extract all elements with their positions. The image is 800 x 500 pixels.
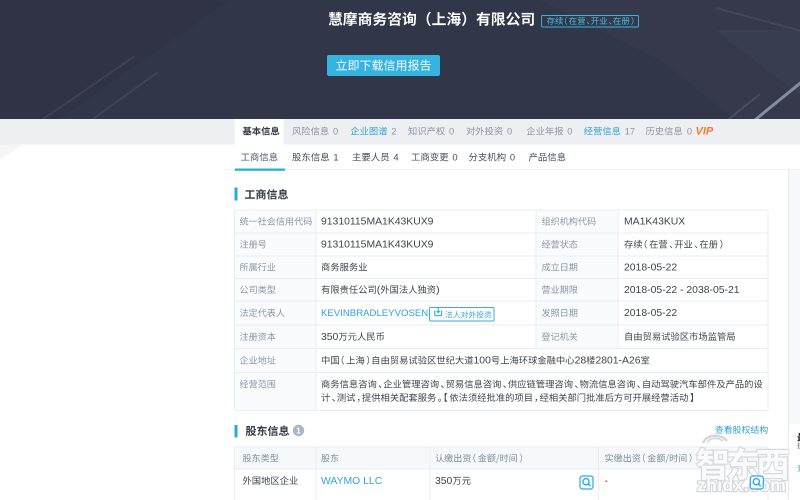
svg-text:-: - (605, 476, 608, 487)
svg-text:2: 2 (391, 127, 396, 137)
svg-text:WAYMO LLC: WAYMO LLC (321, 476, 383, 487)
svg-text:91310115MA1K43KUX9: 91310115MA1K43KUX9 (321, 240, 434, 251)
svg-text:350: 350 (321, 332, 339, 343)
svg-text:0: 0 (510, 152, 515, 163)
svg-text:2018-05-22: 2018-05-22 (624, 308, 677, 319)
svg-text:1: 1 (296, 426, 301, 436)
svg-text:0: 0 (687, 127, 692, 137)
svg-text:91310115MA1K43KUX9: 91310115MA1K43KUX9 (321, 217, 434, 228)
svg-text:0: 0 (333, 127, 338, 137)
svg-text:4: 4 (393, 152, 398, 163)
svg-text:(: ( (377, 285, 381, 296)
svg-text:VIP: VIP (696, 126, 714, 138)
svg-text:0: 0 (567, 127, 572, 137)
svg-text:2018-05-22 - 2038-05-21: 2018-05-22 - 2038-05-21 (624, 285, 740, 296)
svg-text:0: 0 (452, 152, 457, 163)
svg-text:100: 100 (474, 356, 492, 367)
svg-text:28: 28 (575, 356, 587, 367)
svg-text:17: 17 (625, 127, 635, 137)
svg-text:0: 0 (449, 127, 454, 137)
svg-text:1: 1 (333, 152, 338, 163)
svg-text:zhidx.com: zhidx.com (697, 475, 786, 495)
svg-text:350: 350 (435, 476, 453, 487)
svg-text:2018-05-22: 2018-05-22 (624, 262, 677, 273)
svg-text:0: 0 (507, 127, 512, 137)
svg-text:2801-A26: 2801-A26 (595, 356, 640, 367)
svg-text:MA1K43KUX: MA1K43KUX (624, 217, 685, 228)
svg-text:): ) (436, 285, 439, 296)
svg-text:KEVINBRADLEYVOSEN: KEVINBRADLEYVOSEN (321, 308, 428, 319)
